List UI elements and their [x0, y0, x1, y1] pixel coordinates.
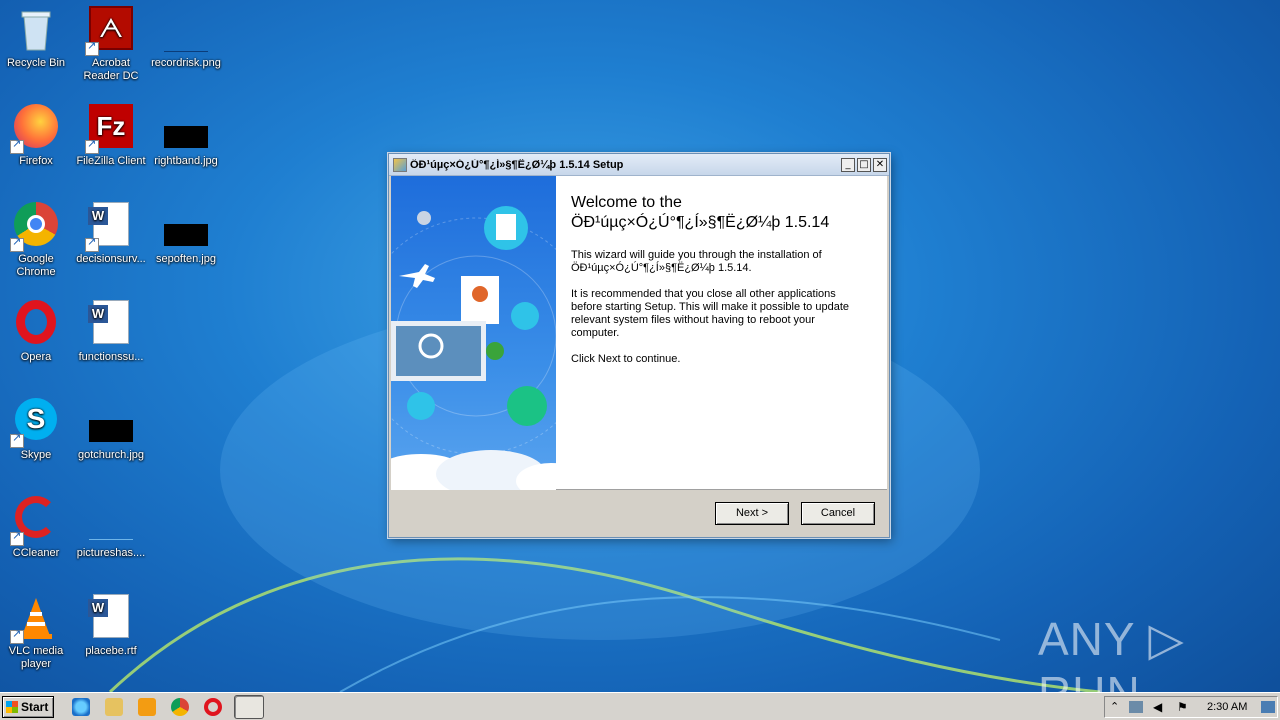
desktop-icon-opera[interactable]: Opera	[0, 300, 74, 364]
start-label: Start	[21, 700, 49, 714]
desktop-icon-functionssu[interactable]: W functionssu...	[73, 300, 149, 364]
desktop-icon-label: functionssu...	[78, 351, 144, 363]
desktop-icon-label: decisionsurv...	[76, 253, 146, 265]
desktop-icon-firefox[interactable]: Firefox	[0, 104, 74, 168]
system-tray: ⌃ ◀ ⚑ 2:30 AM	[1104, 696, 1278, 718]
start-button[interactable]: Start	[2, 696, 54, 718]
desktop-icon-label: FileZilla Client	[76, 155, 146, 167]
desktop-icon-vlc[interactable]: VLC media player	[0, 594, 74, 671]
image-file-icon	[87, 496, 135, 544]
wizard-heading: Welcome to the ÖÐ¹úµç×Ó¿Ú°¶¿Í»§¶Ë¿Ø¼þ 1.…	[571, 194, 830, 231]
media-player-icon[interactable]	[138, 698, 156, 716]
word-doc-icon: W	[87, 300, 135, 348]
word-doc-icon: W	[85, 202, 135, 252]
image-file-icon	[162, 202, 210, 250]
dialog-content: Welcome to the ÖÐ¹úµç×Ó¿Ú°¶¿Í»§¶Ë¿Ø¼þ 1.…	[391, 176, 887, 490]
desktop-icon-label: gotchurch.jpg	[77, 449, 145, 461]
desktop-icon-label: Recycle Bin	[6, 57, 66, 69]
desktop-icon-gotchurch[interactable]: gotchurch.jpg	[73, 398, 149, 462]
image-file-icon	[87, 398, 135, 446]
desktop-icon-sepoften[interactable]: sepoften.jpg	[148, 202, 224, 266]
word-doc-icon: W	[87, 594, 135, 642]
desktop-icon-label: pictureshas....	[76, 547, 146, 559]
tray-expand-icon[interactable]: ⌃	[1110, 700, 1119, 713]
explorer-icon[interactable]	[105, 698, 123, 716]
desktop-icon-pictureshas[interactable]: pictureshas....	[73, 496, 149, 560]
desktop-icon-label: sepoften.jpg	[156, 253, 216, 265]
cancel-button[interactable]: Cancel	[801, 502, 875, 525]
dialog-title: ÖÐ¹úµç×Ó¿Ú°¶¿Í»§¶Ë¿Ø¼þ 1.5.14 Setup	[410, 158, 624, 171]
skype-icon: S	[10, 398, 60, 448]
chrome-icon[interactable]	[171, 698, 189, 716]
desktop-icon-label: VLC media player	[8, 645, 64, 670]
next-button[interactable]: Next >	[715, 502, 789, 525]
wizard-paragraph: Click Next to continue.	[571, 353, 681, 365]
desktop-icon-recycle-bin[interactable]: Recycle Bin	[0, 6, 74, 70]
minimize-button[interactable]: _	[841, 157, 855, 172]
desktop-icon-placebe[interactable]: W placebe.rtf	[73, 594, 149, 658]
acrobat-icon: ᗅ	[85, 6, 135, 56]
desktop-icon-acrobat[interactable]: ᗅ Acrobat Reader DC	[73, 6, 149, 83]
desktop-icon-decisionsurv[interactable]: W decisionsurv...	[73, 202, 149, 266]
desktop-icon-label: rightband.jpg	[154, 155, 218, 167]
filezilla-icon: Fz	[85, 104, 135, 154]
desktop-icon-label: Firefox	[19, 155, 53, 167]
desktop-icon-filezilla[interactable]: Fz FileZilla Client	[73, 104, 149, 168]
windows-logo-icon	[6, 701, 18, 713]
desktop-icon-label: Skype	[20, 449, 52, 461]
desktop-icon-label: Acrobat Reader DC	[83, 57, 139, 82]
show-desktop-icon[interactable]	[1261, 701, 1275, 713]
wizard-paragraph: It is recommended that you close all oth…	[571, 288, 850, 339]
installer-icon	[393, 157, 407, 172]
chrome-icon	[10, 202, 60, 252]
recycle-bin-icon	[12, 6, 60, 54]
desktop-icon-label: Opera	[20, 351, 52, 363]
opera-icon	[12, 300, 60, 348]
desktop-icon-label: Google Chrome	[16, 253, 56, 278]
desktop-icon-ccleaner[interactable]: CCleaner	[0, 496, 74, 560]
setup-task-icon[interactable]	[234, 695, 264, 719]
firefox-icon	[10, 104, 60, 154]
vlc-icon	[10, 594, 60, 644]
network-icon[interactable]	[1129, 701, 1143, 713]
taskbar: Start ⌃ ◀ ⚑ 2:30 AM	[0, 692, 1280, 720]
action-center-icon[interactable]: ⚑	[1177, 700, 1188, 714]
wizard-body: This wizard will guide you through the i…	[571, 249, 861, 379]
desktop-icon-label: CCleaner	[12, 547, 60, 559]
maximize-button[interactable]: □	[857, 157, 871, 172]
wizard-illustration	[391, 206, 556, 490]
desktop-icon-label: recordrisk.png	[151, 57, 221, 69]
desktop-icon-skype[interactable]: S Skype	[0, 398, 74, 462]
desktop-icon-chrome[interactable]: Google Chrome	[0, 202, 74, 279]
ie-icon[interactable]	[72, 698, 90, 716]
setup-dialog: ÖÐ¹úµç×Ó¿Ú°¶¿Í»§¶Ë¿Ø¼þ 1.5.14 Setup _ □ …	[388, 153, 890, 538]
close-button[interactable]: ✕	[873, 157, 887, 172]
desktop-icon-recordrisk[interactable]: recordrisk.png	[148, 6, 224, 70]
wizard-paragraph: This wizard will guide you through the i…	[571, 249, 822, 274]
desktop-icon-rightband[interactable]: rightband.jpg	[148, 104, 224, 168]
wizard-side-banner	[391, 176, 556, 490]
dialog-titlebar[interactable]: ÖÐ¹úµç×Ó¿Ú°¶¿Í»§¶Ë¿Ø¼þ 1.5.14 Setup _ □ …	[389, 154, 889, 176]
image-file-icon	[162, 6, 210, 54]
clock[interactable]: 2:30 AM	[1207, 697, 1247, 717]
desktop-icon-label: placebe.rtf	[85, 645, 137, 657]
ccleaner-icon	[10, 496, 60, 546]
volume-icon[interactable]: ◀	[1153, 700, 1162, 714]
image-file-icon	[162, 104, 210, 152]
opera-icon[interactable]	[204, 698, 222, 716]
